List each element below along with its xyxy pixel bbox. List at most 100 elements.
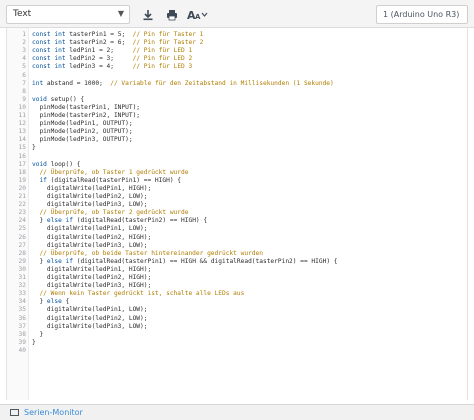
line-number: 30 [18, 265, 26, 273]
line-number: 40 [18, 346, 26, 354]
line-number: 5 [22, 63, 26, 71]
code-comment: // Überprüfe, ob Taster 2 gedrückt wurde [39, 209, 189, 217]
code-line: 12 pinMode(ledPin1, OUTPUT); [7, 120, 467, 128]
code-text: pinMode(ledPin1, OUTPUT); [32, 120, 133, 128]
code-text: } [32, 144, 36, 152]
line-number: 20 [18, 184, 26, 192]
line-number: 34 [18, 298, 26, 306]
download-icon [143, 9, 153, 20]
line-number: 14 [18, 136, 26, 144]
code-comment: // Pin für Taster 2 [132, 39, 204, 47]
code-line: 24 } else if (digitalRead(tasterPin2) ==… [7, 217, 467, 225]
code-line: 27 digitalWrite(ledPin3, LOW); [7, 242, 467, 250]
font-size-button[interactable]: A A [186, 6, 210, 23]
code-line: 10 pinMode(tasterPin1, INPUT); [7, 104, 467, 112]
line-number: 11 [18, 112, 26, 119]
code-text: digitalWrite(ledPin3, LOW); [32, 322, 148, 330]
code-text: digitalWrite(ledPin3, LOW); [32, 241, 148, 249]
code-line: 4 const int ledPin2 = 3; // Pin für LED 2 [7, 55, 467, 63]
line-number: 18 [18, 168, 26, 176]
code-line: 40 [7, 347, 467, 355]
code-line: 16 [7, 153, 467, 161]
code-line: 32 digitalWrite(ledPin3, HIGH); [7, 282, 467, 290]
line-number: 16 [18, 152, 26, 160]
svg-text:A: A [195, 13, 201, 21]
line-number: 17 [18, 160, 26, 168]
code-text: // Wenn kein Taster gedrückt ist, schalt… [32, 290, 244, 298]
download-button[interactable] [139, 6, 157, 23]
code-text: // Überprüfe, ob beide Taster hintereina… [32, 250, 263, 258]
code-line: 15} [7, 144, 467, 152]
line-number: 4 [22, 55, 26, 63]
code-line: 13 pinMode(ledPin2, OUTPUT); [7, 128, 467, 136]
line-number: 7 [22, 79, 26, 87]
serial-monitor-label[interactable]: Serien-Monitor [24, 408, 83, 417]
chevron-down-icon: ▼ [117, 9, 124, 18]
line-number: 3 [22, 47, 26, 55]
code-line: 29 } else if (digitalRead(tasterPin1) ==… [7, 258, 467, 266]
mode-select-value: Text [13, 9, 32, 19]
line-number: 29 [18, 257, 26, 265]
code-text: const int ledPin1 = 2; // Pin für LED 1 [32, 47, 193, 55]
line-number: 27 [18, 241, 26, 249]
code-line: 8 [7, 88, 467, 96]
code-line: 5 const int ledPin3 = 4; // Pin für LED 3 [7, 63, 467, 71]
code-line: 7 int abstand = 1000; // Variable für den… [7, 80, 467, 88]
code-comment: // Pin für LED 3 [132, 63, 193, 71]
line-number: 22 [18, 201, 26, 209]
code-line: 11 pinMode(tasterPin2, INPUT); [7, 112, 467, 120]
line-number: 12 [18, 120, 26, 128]
line-number: 38 [18, 330, 26, 338]
code-line: 36 digitalWrite(ledPin2, LOW); [7, 315, 467, 323]
font-size-icon: A A [187, 9, 208, 21]
code-text: if (digitalRead(tasterPin1) == HIGH) { [39, 176, 182, 184]
code-text: // Überprüfe, ob Taster 1 gedrückt wurde [32, 169, 188, 177]
line-number: 37 [18, 322, 26, 330]
line-number: 35 [18, 306, 26, 314]
serial-monitor-bar[interactable]: Serien-Monitor [0, 404, 474, 420]
code-text: digitalWrite(ledPin1, HIGH); [32, 184, 152, 192]
line-number: 39 [18, 338, 26, 346]
code-comment: // Pin für LED 1 [132, 47, 193, 55]
line-number: 21 [18, 193, 26, 200]
code-text: pinMode(tasterPin2, INPUT); [32, 112, 141, 119]
line-number: 28 [18, 249, 26, 257]
code-text: } else { [32, 298, 70, 306]
code-line: 23 // Überprüfe, ob Taster 2 gedrückt wu… [7, 209, 467, 217]
code-line: 19 if (digitalRead(tasterPin1) == HIGH) … [7, 177, 467, 185]
monitor-icon [10, 409, 19, 416]
code-comment: // Überprüfe, ob beide Taster hintereina… [39, 249, 263, 257]
board-select-value: 1 (Arduino Uno R3) [383, 10, 460, 19]
code-line: 9 void setup() { [7, 96, 467, 104]
code-text: void setup() { [32, 95, 85, 103]
mode-select[interactable]: Text ▼ [6, 5, 130, 24]
code-line: 14 pinMode(ledPin3, OUTPUT); [7, 136, 467, 144]
code-line: 28 // Überprüfe, ob beide Taster hintere… [7, 250, 467, 258]
line-number: 33 [18, 290, 26, 298]
code-text: const int ledPin3 = 4; // Pin für LED 3 [32, 63, 193, 71]
code-text: // Überprüfe, ob Taster 2 gedrückt wurde [32, 209, 188, 217]
line-number: 19 [18, 176, 26, 184]
code-text: digitalWrite(ledPin1, LOW); [32, 225, 148, 233]
code-comment: // Überprüfe, ob Taster 1 gedrückt wurde [39, 168, 189, 176]
line-number: 13 [18, 128, 26, 136]
print-button[interactable] [163, 6, 181, 23]
line-number: 8 [22, 87, 26, 95]
code-line: 18 // Überprüfe, ob Taster 1 gedrückt wu… [7, 169, 467, 177]
line-number: 10 [18, 103, 26, 111]
code-text: void loop() { [32, 160, 81, 168]
code-line: 39} [7, 339, 467, 347]
code-line: 22 digitalWrite(ledPin3, LOW); [7, 201, 467, 209]
line-number: 9 [22, 95, 26, 103]
code-text: } [32, 330, 44, 338]
code-text: digitalWrite(ledPin2, HIGH); [32, 233, 152, 241]
board-select[interactable]: 1 (Arduino Uno R3) [376, 5, 468, 24]
code-editor[interactable]: 1 const int tasterPin1 = 5; // Pin für Ta… [6, 28, 468, 400]
code-text: const int tasterPin1 = 5; // Pin für Tas… [32, 31, 204, 38]
code-text: const int tasterPin2 = 6; // Pin für Tas… [32, 39, 204, 47]
code-line: 37 digitalWrite(ledPin3, LOW); [7, 323, 467, 331]
printer-icon [167, 9, 177, 20]
code-line: 33 // Wenn kein Taster gedrückt ist, sch… [7, 290, 467, 298]
line-number: 15 [18, 144, 26, 152]
line-number: 1 [22, 31, 26, 38]
